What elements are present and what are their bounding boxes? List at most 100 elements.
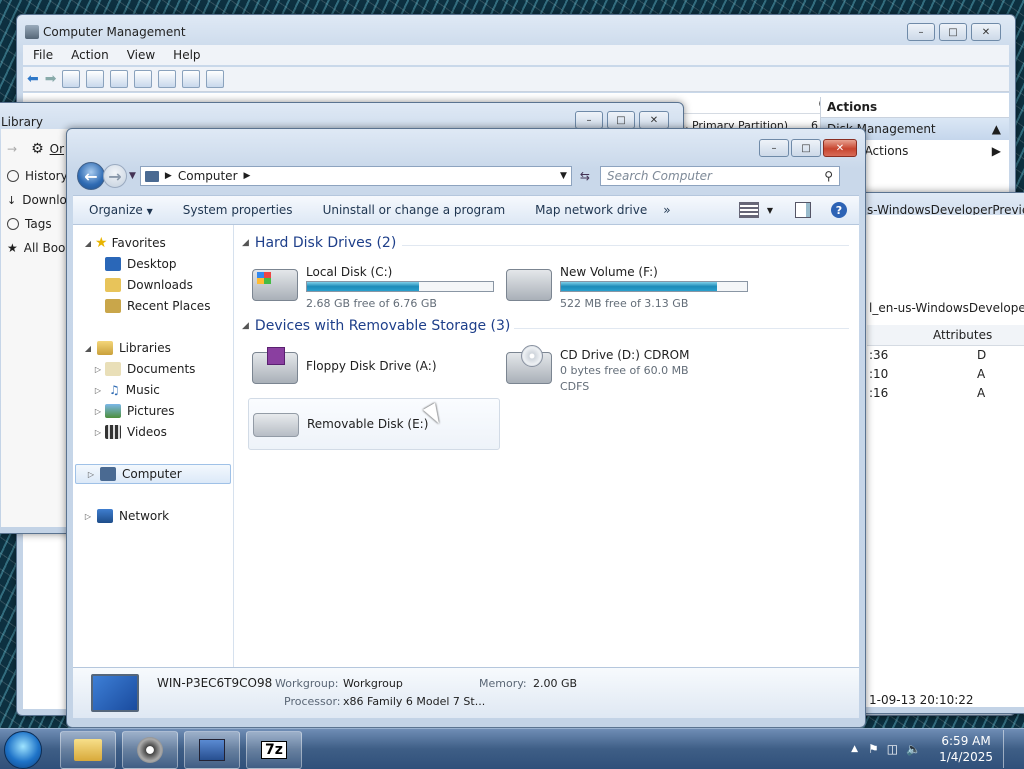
change-view-icon[interactable]	[738, 202, 759, 218]
nav-downloads[interactable]: Downloads	[73, 275, 233, 295]
computer-label: Computer	[122, 467, 182, 481]
more-commands-button[interactable]: »	[663, 203, 670, 217]
nav-favorites[interactable]: ◢ ★ Favorites	[73, 233, 233, 253]
show-desktop-button[interactable]	[1003, 730, 1016, 768]
memory-value: 2.00 GB	[533, 677, 578, 690]
back-arrow-icon[interactable]: →	[7, 142, 17, 156]
menu-action[interactable]: Action	[71, 48, 109, 62]
properties-icon[interactable]	[134, 70, 153, 88]
menu-file[interactable]: File	[33, 48, 53, 62]
collapsed-arrow-icon[interactable]: ▷	[93, 428, 103, 437]
search-input[interactable]: Search Computer ⚲	[599, 166, 840, 186]
library-item-history[interactable]: History	[7, 169, 68, 183]
drive-local-disk-c[interactable]: Local Disk (C:) 2.68 GB free of 6.76 GB	[248, 261, 498, 311]
address-dropdown-icon[interactable]: ▼	[560, 171, 567, 181]
help-icon[interactable]	[110, 70, 129, 88]
close-button[interactable]: ✕	[639, 111, 669, 129]
breadcrumb-arrow-icon[interactable]: ▶	[165, 171, 172, 181]
maximize-button[interactable]: □	[939, 23, 967, 41]
table-row[interactable]: :16 A	[869, 386, 1024, 404]
close-button[interactable]: ✕	[971, 23, 1001, 41]
table-row[interactable]: :10 A	[869, 367, 1024, 385]
minimize-button[interactable]: –	[759, 139, 789, 157]
minimize-button[interactable]: –	[575, 111, 603, 129]
maximize-button[interactable]: □	[607, 111, 635, 129]
taskbar-7zip-button[interactable]: 7z	[246, 731, 302, 769]
expanded-arrow-icon[interactable]: ◢	[83, 239, 93, 248]
nav-recent-places[interactable]: Recent Places	[73, 296, 233, 316]
archive-timestamp: 1-09-13 20:10:22	[869, 693, 974, 707]
breadcrumb-arrow-icon[interactable]: ▶	[244, 171, 251, 181]
taskbar-computer-management-button[interactable]	[184, 731, 240, 769]
drive-free-space: 0 bytes free of 60.0 MB	[560, 364, 689, 377]
nav-videos[interactable]: ▷ Videos	[73, 422, 233, 442]
collapsed-arrow-icon[interactable]: ▷	[83, 512, 93, 521]
minimize-button[interactable]: –	[907, 23, 935, 41]
nav-computer[interactable]: ▷ Computer	[75, 464, 231, 484]
drive-removable-e[interactable]: Removable Disk (E:)	[248, 398, 500, 450]
recent-pages-chevron-icon[interactable]: ▼	[129, 171, 136, 181]
hard-drive-icon	[506, 269, 552, 301]
network-status-icon[interactable]: ◫	[887, 742, 898, 756]
back-arrow-icon[interactable]: ⬅	[27, 71, 39, 87]
export-icon[interactable]	[182, 70, 201, 88]
taskbar-explorer-button[interactable]	[60, 731, 116, 769]
console-tree-icon[interactable]	[86, 70, 105, 88]
preview-pane-icon[interactable]	[795, 202, 811, 218]
nav-pictures[interactable]: ▷ Pictures	[73, 401, 233, 421]
show-hidden-icons-icon[interactable]: ▲	[851, 744, 858, 754]
nav-libraries[interactable]: ◢ Libraries	[73, 338, 233, 358]
refresh-icon[interactable]	[158, 70, 177, 88]
breadcrumb-computer[interactable]: Computer	[178, 169, 238, 183]
forward-arrow-icon[interactable]: ➡	[45, 71, 57, 87]
row-attr: A	[977, 386, 986, 400]
maximize-button[interactable]: □	[791, 139, 821, 157]
folder-up-icon[interactable]	[62, 70, 81, 88]
search-icon[interactable]: ⚲	[824, 169, 833, 183]
system-properties-button[interactable]: System properties	[183, 203, 293, 217]
table-row[interactable]: :36 D	[869, 348, 1024, 366]
view-dropdown-icon[interactable]: ▼	[767, 206, 773, 215]
organize-button[interactable]: Organize ▼	[89, 203, 153, 217]
collapsed-arrow-icon[interactable]: ▷	[86, 470, 96, 479]
clock[interactable]: 6:59 AM 1/4/2025	[939, 733, 993, 765]
attributes-header[interactable]: Attributes	[933, 328, 992, 342]
drive-floppy-a[interactable]: Floppy Disk Drive (A:)	[248, 344, 498, 394]
taskbar-firefox-button[interactable]	[122, 731, 178, 769]
uninstall-program-button[interactable]: Uninstall or change a program	[323, 203, 506, 217]
nav-music[interactable]: ▷ ♫ Music	[73, 380, 233, 400]
volume-muted-icon[interactable]: 🔈	[906, 742, 921, 756]
group-removable-storage[interactable]: ◢ Devices with Removable Storage (3)	[242, 318, 510, 334]
start-button[interactable]	[4, 731, 42, 769]
collapsed-arrow-icon[interactable]: ▷	[93, 407, 103, 416]
address-box[interactable]: ▶ Computer ▶ ▼	[139, 166, 572, 186]
drive-cd-d[interactable]: CD Drive (D:) CDROM 0 bytes free of 60.0…	[502, 344, 752, 394]
forward-button[interactable]: →	[103, 164, 127, 188]
nav-network[interactable]: ▷ Network	[73, 506, 233, 526]
documents-icon	[105, 362, 121, 376]
organize-button[interactable]: → ⚙ Or	[7, 141, 64, 157]
expanded-arrow-icon[interactable]: ◢	[83, 344, 93, 353]
library-item-tags[interactable]: Tags	[7, 217, 52, 231]
refresh-icon[interactable]: ⇆	[580, 169, 590, 183]
explorer-window[interactable]: – □ ✕ ← → ▼ ▶ Computer ▶ ▼ ⇆ Search Comp…	[66, 128, 866, 728]
group-hard-disk-drives[interactable]: ◢ Hard Disk Drives (2)	[242, 235, 396, 251]
flag-icon[interactable]: ⚑	[868, 742, 879, 756]
menu-help[interactable]: Help	[173, 48, 200, 62]
menu-view[interactable]: View	[127, 48, 155, 62]
back-button[interactable]: ←	[77, 162, 105, 190]
collapsed-arrow-icon[interactable]: ▷	[93, 386, 103, 395]
collapse-icon[interactable]: ▲	[992, 118, 1001, 140]
drive-new-volume-f[interactable]: New Volume (F:) 522 MB free of 3.13 GB	[502, 261, 752, 311]
nav-desktop[interactable]: Desktop	[73, 254, 233, 274]
close-button[interactable]: ✕	[823, 139, 857, 157]
settings-icon[interactable]	[206, 70, 225, 88]
map-network-drive-button[interactable]: Map network drive	[535, 203, 647, 217]
nav-documents[interactable]: ▷ Documents	[73, 359, 233, 379]
collapse-group-icon[interactable]: ◢	[242, 238, 249, 248]
collapsed-arrow-icon[interactable]: ▷	[93, 365, 103, 374]
collapse-group-icon[interactable]: ◢	[242, 321, 249, 331]
workgroup-label: Workgroup:	[275, 677, 339, 690]
help-icon[interactable]: ?	[831, 202, 847, 218]
drive-name: New Volume (F:)	[560, 265, 658, 279]
